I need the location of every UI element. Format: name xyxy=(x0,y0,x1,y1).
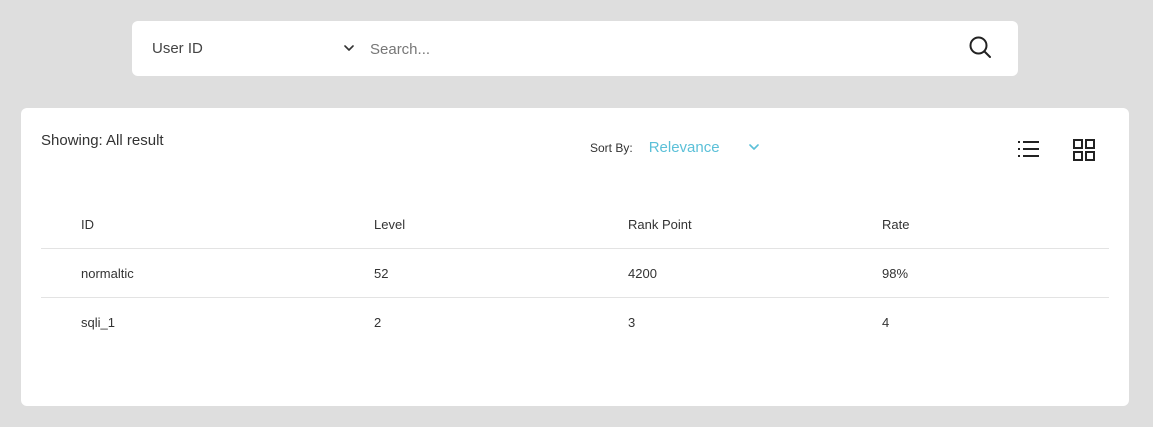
cell-rate: 4 xyxy=(882,314,890,330)
column-header-level[interactable]: Level xyxy=(374,200,628,249)
results-panel: Showing: All result Sort By: Relevance I… xyxy=(21,108,1129,406)
grid-view-icon xyxy=(1072,139,1096,166)
search-filter-label: User ID xyxy=(152,40,203,57)
sort-by: Sort By: Relevance xyxy=(590,139,759,156)
search-filter-select[interactable]: User ID xyxy=(152,21,354,76)
cell-rate: 98% xyxy=(882,248,1109,298)
showing-text: Showing: All result xyxy=(41,132,164,149)
column-header-rank-point[interactable]: Rank Point xyxy=(628,200,882,249)
cell-rank-point: 4200 xyxy=(628,248,882,298)
grid-view-button[interactable] xyxy=(1072,138,1096,162)
cell-id: sqli_1 xyxy=(81,314,115,330)
table-row[interactable]: sqli_1 2 3 4 xyxy=(41,298,1109,347)
list-view-button[interactable] xyxy=(1017,138,1041,160)
search-button[interactable] xyxy=(968,35,992,64)
search-icon xyxy=(968,35,992,64)
sort-select-value: Relevance xyxy=(648,139,720,156)
column-header-rate[interactable]: Rate xyxy=(882,200,1109,249)
list-view-icon xyxy=(1017,141,1041,164)
chevron-down-icon xyxy=(748,143,759,153)
cell-level: 2 xyxy=(374,314,382,330)
results-table: ID Level Rank Point Rate normaltic 52 42… xyxy=(41,200,1109,346)
cell-rank-point: 3 xyxy=(628,314,636,330)
cell-level: 52 xyxy=(374,248,628,298)
search-input[interactable] xyxy=(370,33,930,65)
sort-by-label: Sort By: xyxy=(590,140,633,155)
sort-select[interactable]: Relevance xyxy=(649,139,759,156)
table-header-row: ID Level Rank Point Rate xyxy=(41,200,1109,249)
chevron-down-icon xyxy=(344,44,354,54)
table-row[interactable]: normaltic 52 4200 98% xyxy=(41,248,1109,298)
search-bar: User ID xyxy=(132,21,1018,76)
cell-id: normaltic xyxy=(41,248,374,298)
column-header-id[interactable]: ID xyxy=(41,200,374,249)
